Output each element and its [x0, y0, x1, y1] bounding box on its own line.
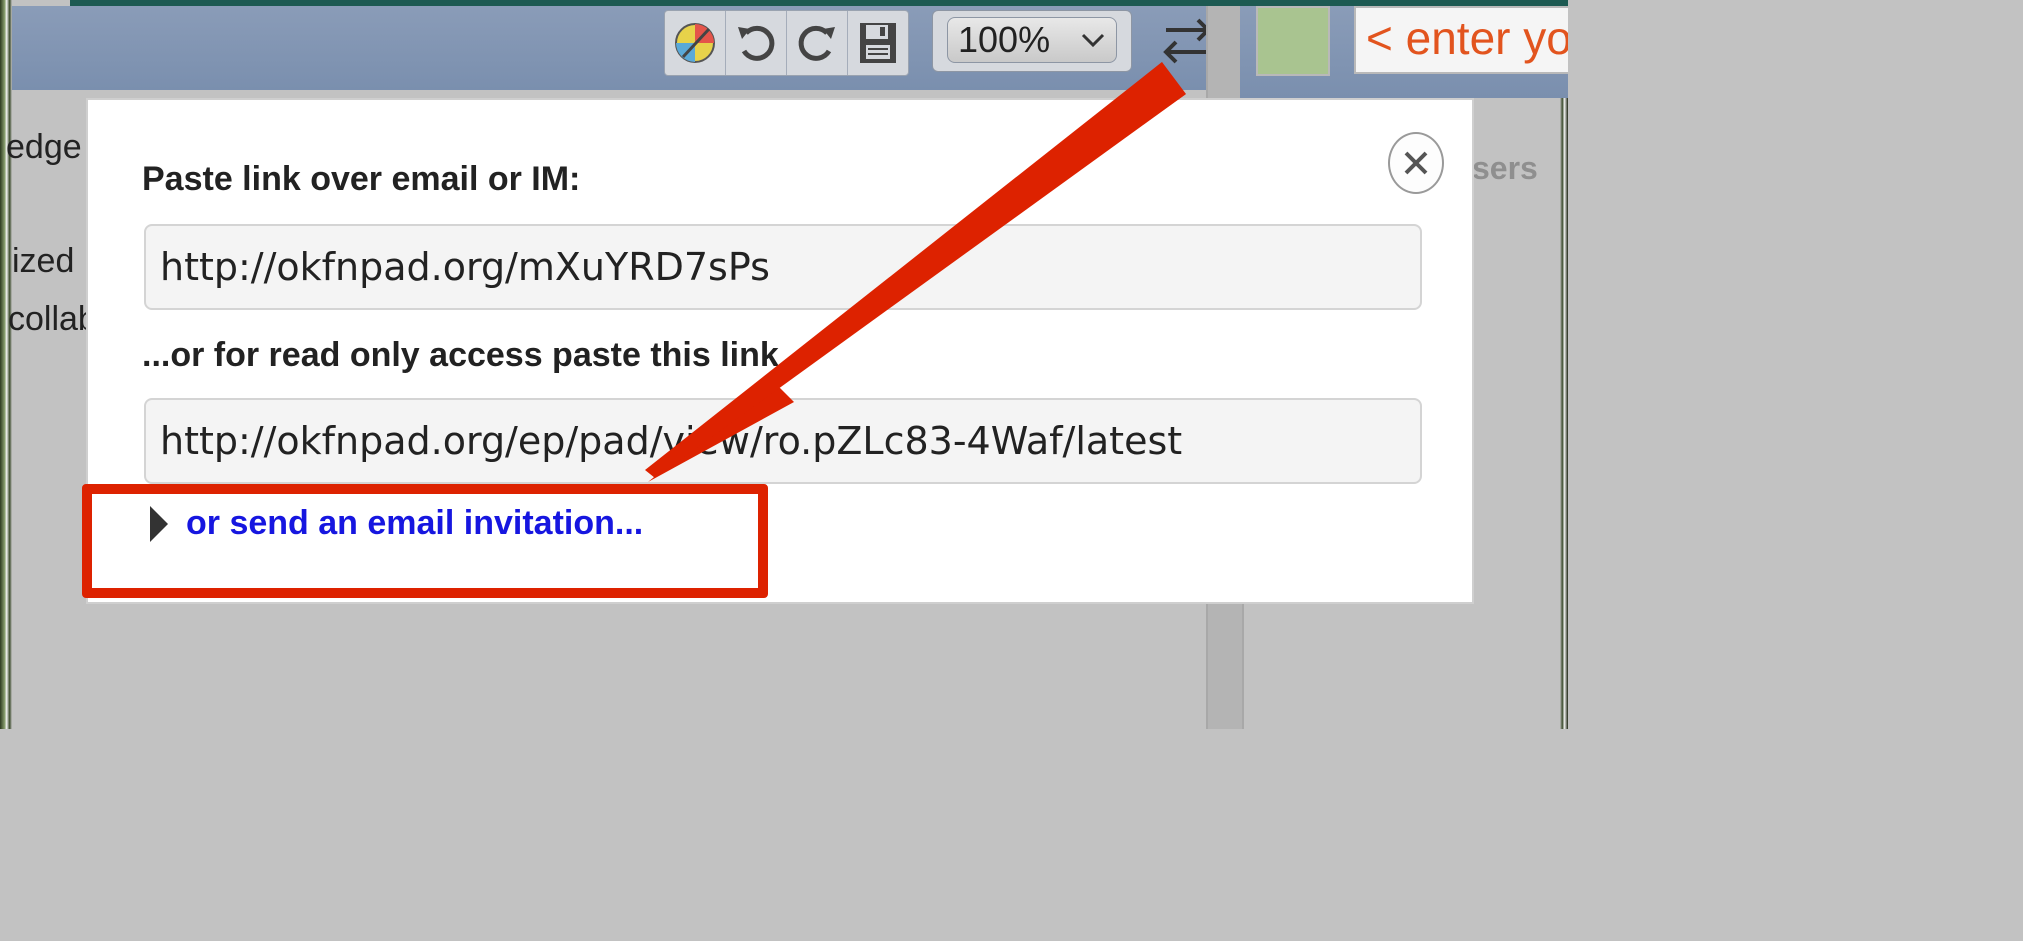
share-link-field[interactable]: http://okfnpad.org/mXuYRD7sPs — [144, 224, 1422, 310]
close-button[interactable] — [1388, 132, 1444, 194]
editor-toolbar: 100% — [12, 6, 1211, 90]
chevron-down-icon — [1081, 33, 1105, 48]
readonly-link-field[interactable]: http://okfnpad.org/ep/pad/view/ro.pZLc83… — [144, 398, 1422, 484]
zoom-value: 100% — [958, 19, 1051, 60]
user-name-input[interactable]: < enter yo — [1354, 6, 1568, 74]
background-edge-right — [1560, 0, 1568, 729]
zoom-select[interactable]: 100% — [932, 10, 1132, 72]
save-button[interactable] — [848, 11, 908, 75]
background-text-line: ized — [12, 242, 75, 280]
color-button[interactable] — [665, 11, 726, 75]
annotation-highlight-box — [82, 484, 768, 598]
redo-icon — [798, 25, 835, 61]
undo-button[interactable] — [726, 11, 787, 75]
undo-icon — [738, 25, 775, 61]
color-icon — [675, 23, 715, 63]
toolbar-button-group — [664, 10, 909, 76]
share-link-label: Paste link over email or IM: — [142, 160, 581, 198]
background-edge-left — [0, 0, 12, 729]
save-icon — [860, 23, 896, 63]
background-text-line: edge — [6, 128, 82, 166]
user-color-swatch[interactable] — [1256, 6, 1330, 76]
zoom-select-box[interactable]: 100% — [947, 17, 1117, 63]
readonly-link-label: ...or for read only access paste this li… — [142, 336, 779, 374]
redo-button[interactable] — [787, 11, 848, 75]
close-icon — [1404, 151, 1428, 175]
background-text-line: collab — [8, 300, 97, 338]
users-label: sers — [1472, 150, 1538, 186]
